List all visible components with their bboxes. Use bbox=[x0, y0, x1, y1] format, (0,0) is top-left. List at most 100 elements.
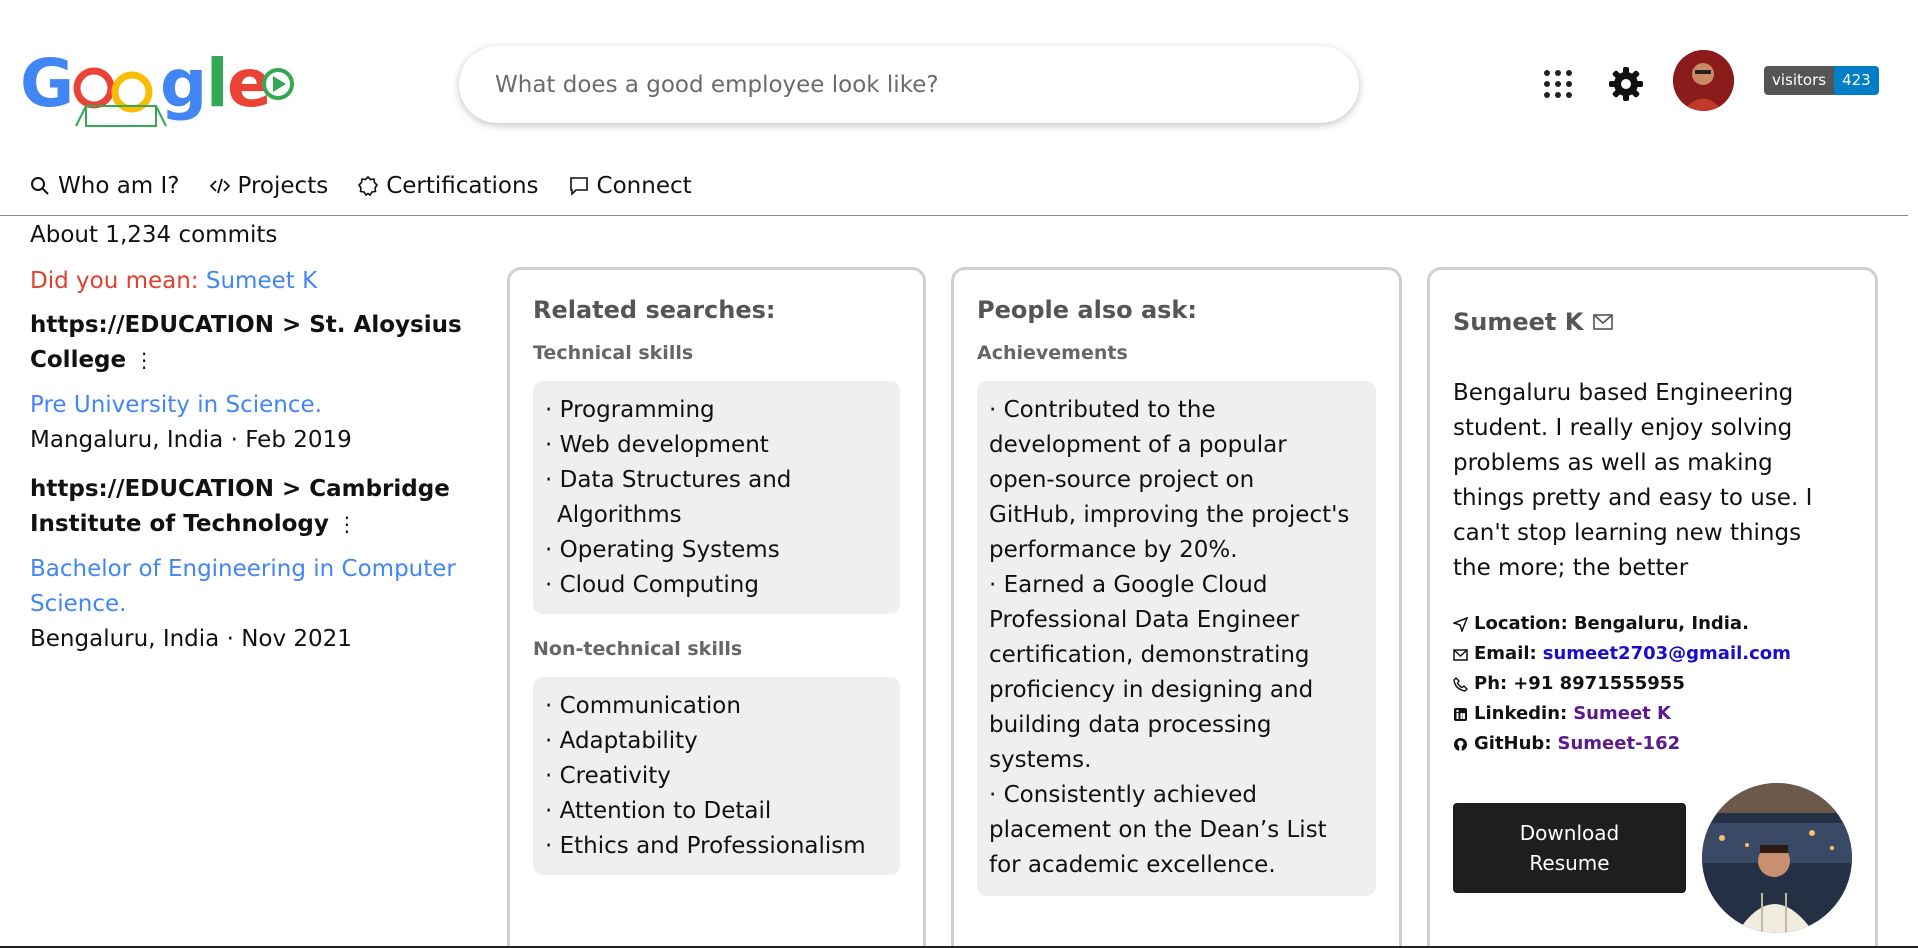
technical-skills-list: · Programming · Web development · Data S… bbox=[533, 381, 900, 614]
achievement-line: development of a popular bbox=[989, 432, 1287, 458]
contact-github: GitHub: Sumeet-162 bbox=[1453, 729, 1791, 759]
contact-label: Ph: bbox=[1474, 673, 1508, 694]
achievement-line: · Consistently achieved bbox=[989, 782, 1257, 808]
linkedin-icon bbox=[1454, 707, 1467, 721]
visitors-badge: visitors 423 bbox=[1764, 66, 1879, 95]
list-item: · Programming bbox=[545, 397, 715, 423]
tab-connect[interactable]: Connect bbox=[569, 173, 692, 199]
list-item: Algorithms bbox=[557, 502, 682, 528]
education-meta: Mangaluru, India · Feb 2019 bbox=[30, 427, 352, 453]
mail-icon[interactable] bbox=[1593, 314, 1614, 330]
education-heading[interactable]: https://EDUCATION > Cambridge Institute … bbox=[30, 472, 480, 542]
mail-icon bbox=[1453, 648, 1468, 661]
achievement-line: open-source project on bbox=[989, 467, 1255, 493]
profile-photo bbox=[1702, 783, 1852, 933]
tab-label: Certifications bbox=[386, 173, 539, 199]
download-line-2: Resume bbox=[1529, 851, 1610, 875]
svg-text:l: l bbox=[206, 45, 229, 122]
visitors-label: visitors bbox=[1764, 66, 1835, 95]
list-item: · Cloud Computing bbox=[545, 572, 759, 598]
header: G g l e What does a good employee look l… bbox=[0, 0, 1918, 150]
tab-label: Projects bbox=[237, 173, 329, 199]
list-item: · Creativity bbox=[545, 763, 671, 789]
did-you-mean: Did you mean: Sumeet K bbox=[30, 268, 480, 294]
tab-who-am-i[interactable]: Who am I? bbox=[30, 173, 180, 199]
svg-text:G: G bbox=[20, 45, 74, 122]
avatar-image bbox=[1673, 50, 1734, 111]
bio-line: things pretty and easy to use. I bbox=[1453, 485, 1813, 511]
profile-name: Sumeet K bbox=[1453, 308, 1614, 336]
education-degree-link[interactable]: Bachelor of Engineering in Computer Scie… bbox=[30, 552, 480, 622]
download-line-1: Download bbox=[1519, 821, 1620, 845]
google-doodle-logo[interactable]: G g l e bbox=[20, 44, 295, 134]
github-link[interactable]: Sumeet-162 bbox=[1558, 729, 1681, 759]
contact-phone: Ph: +91 8971555955 bbox=[1453, 669, 1791, 699]
github-icon bbox=[1454, 737, 1467, 751]
contact-label: Location: bbox=[1474, 613, 1568, 634]
contact-list: Location: Bengaluru, India. Email: sumee… bbox=[1453, 609, 1791, 759]
visitors-count: 423 bbox=[1834, 66, 1879, 95]
technical-skills-title: Technical skills bbox=[533, 342, 694, 364]
achievement-line: for academic excellence. bbox=[989, 852, 1276, 878]
bio-line: the more; the better bbox=[1453, 555, 1689, 581]
contact-label: Linkedin: bbox=[1474, 703, 1568, 724]
profile-photo-image bbox=[1702, 783, 1852, 933]
education-heading-text: https://EDUCATION > St. Aloysius College bbox=[30, 312, 462, 373]
contact-linkedin: Linkedin: Sumeet K bbox=[1453, 699, 1791, 729]
list-item: · Adaptability bbox=[545, 728, 698, 754]
achievement-line: proficiency in designing and bbox=[989, 677, 1314, 703]
achievement-line: certification, demonstrating bbox=[989, 642, 1310, 668]
did-you-mean-link[interactable]: Sumeet K bbox=[206, 268, 317, 294]
achievement-line: performance by 20%. bbox=[989, 537, 1238, 563]
tab-certifications[interactable]: Certifications bbox=[358, 173, 539, 199]
download-resume-button[interactable]: Download Resume bbox=[1453, 803, 1686, 893]
chat-icon bbox=[569, 177, 588, 196]
achievement-line: · Earned a Google Cloud bbox=[989, 572, 1268, 598]
profile-name-text: Sumeet K bbox=[1453, 308, 1584, 336]
apps-grid-icon[interactable] bbox=[1543, 69, 1573, 99]
achievement-line: placement on the Dean’s List bbox=[989, 817, 1327, 843]
phone-icon bbox=[1453, 676, 1468, 692]
education-heading-text: https://EDUCATION > Cambridge Institute … bbox=[30, 476, 450, 537]
nav-tabs: Who am I? Projects Certifications Connec… bbox=[30, 168, 692, 204]
location-arrow-icon bbox=[1453, 616, 1468, 632]
nontechnical-skills-list: · Communication · Adaptability · Creativ… bbox=[533, 677, 900, 875]
svg-text:g: g bbox=[160, 45, 207, 122]
avatar[interactable] bbox=[1673, 50, 1734, 111]
more-vert-icon[interactable]: ⋮ bbox=[134, 348, 154, 372]
bio-line: Bengaluru based Engineering bbox=[1453, 380, 1794, 406]
tab-projects[interactable]: Projects bbox=[209, 173, 329, 199]
email-link[interactable]: sumeet2703@gmail.com bbox=[1543, 639, 1791, 669]
education-meta: Bengaluru, India · Nov 2021 bbox=[30, 626, 352, 652]
search-bar[interactable] bbox=[459, 46, 1359, 123]
results-count: About 1,234 commits bbox=[30, 222, 278, 248]
bio-line: can't stop learning new things bbox=[1453, 520, 1802, 546]
contact-label: Email: bbox=[1474, 643, 1537, 664]
education-results: Did you mean: Sumeet K https://EDUCATION… bbox=[30, 268, 480, 657]
nav-divider bbox=[0, 215, 1908, 216]
education-degree-link[interactable]: Pre University in Science. bbox=[30, 388, 480, 423]
list-item: · Data Structures and bbox=[545, 467, 792, 493]
people-also-ask-card: People also ask: Achievements · Contribu… bbox=[951, 267, 1402, 948]
achievements-title: Achievements bbox=[977, 342, 1128, 364]
contact-label: GitHub: bbox=[1474, 733, 1552, 754]
list-item: · Ethics and Professionalism bbox=[545, 833, 866, 859]
search-input[interactable] bbox=[495, 71, 1315, 98]
profile-bio: Bengaluru based Engineering student. I r… bbox=[1453, 376, 1863, 586]
linkedin-link[interactable]: Sumeet K bbox=[1573, 699, 1671, 729]
contact-email: Email: sumeet2703@gmail.com bbox=[1453, 639, 1791, 669]
achievement-line: GitHub, improving the project's bbox=[989, 502, 1350, 528]
bio-line: problems as well as making bbox=[1453, 450, 1773, 476]
more-vert-icon[interactable]: ⋮ bbox=[337, 512, 357, 536]
badge-icon bbox=[358, 176, 379, 196]
achievement-line: Professional Data Engineer bbox=[989, 607, 1300, 633]
gear-icon[interactable] bbox=[1608, 66, 1644, 102]
tab-label: Connect bbox=[596, 173, 692, 199]
people-also-ask-title: People also ask: bbox=[977, 296, 1197, 324]
education-heading[interactable]: https://EDUCATION > St. Aloysius College… bbox=[30, 308, 480, 378]
related-searches-card: Related searches: Technical skills · Pro… bbox=[507, 267, 926, 948]
list-item: · Operating Systems bbox=[545, 537, 780, 563]
tab-label: Who am I? bbox=[58, 173, 180, 199]
list-item: · Attention to Detail bbox=[545, 798, 772, 824]
contact-value: Bengaluru, India. bbox=[1573, 613, 1749, 634]
